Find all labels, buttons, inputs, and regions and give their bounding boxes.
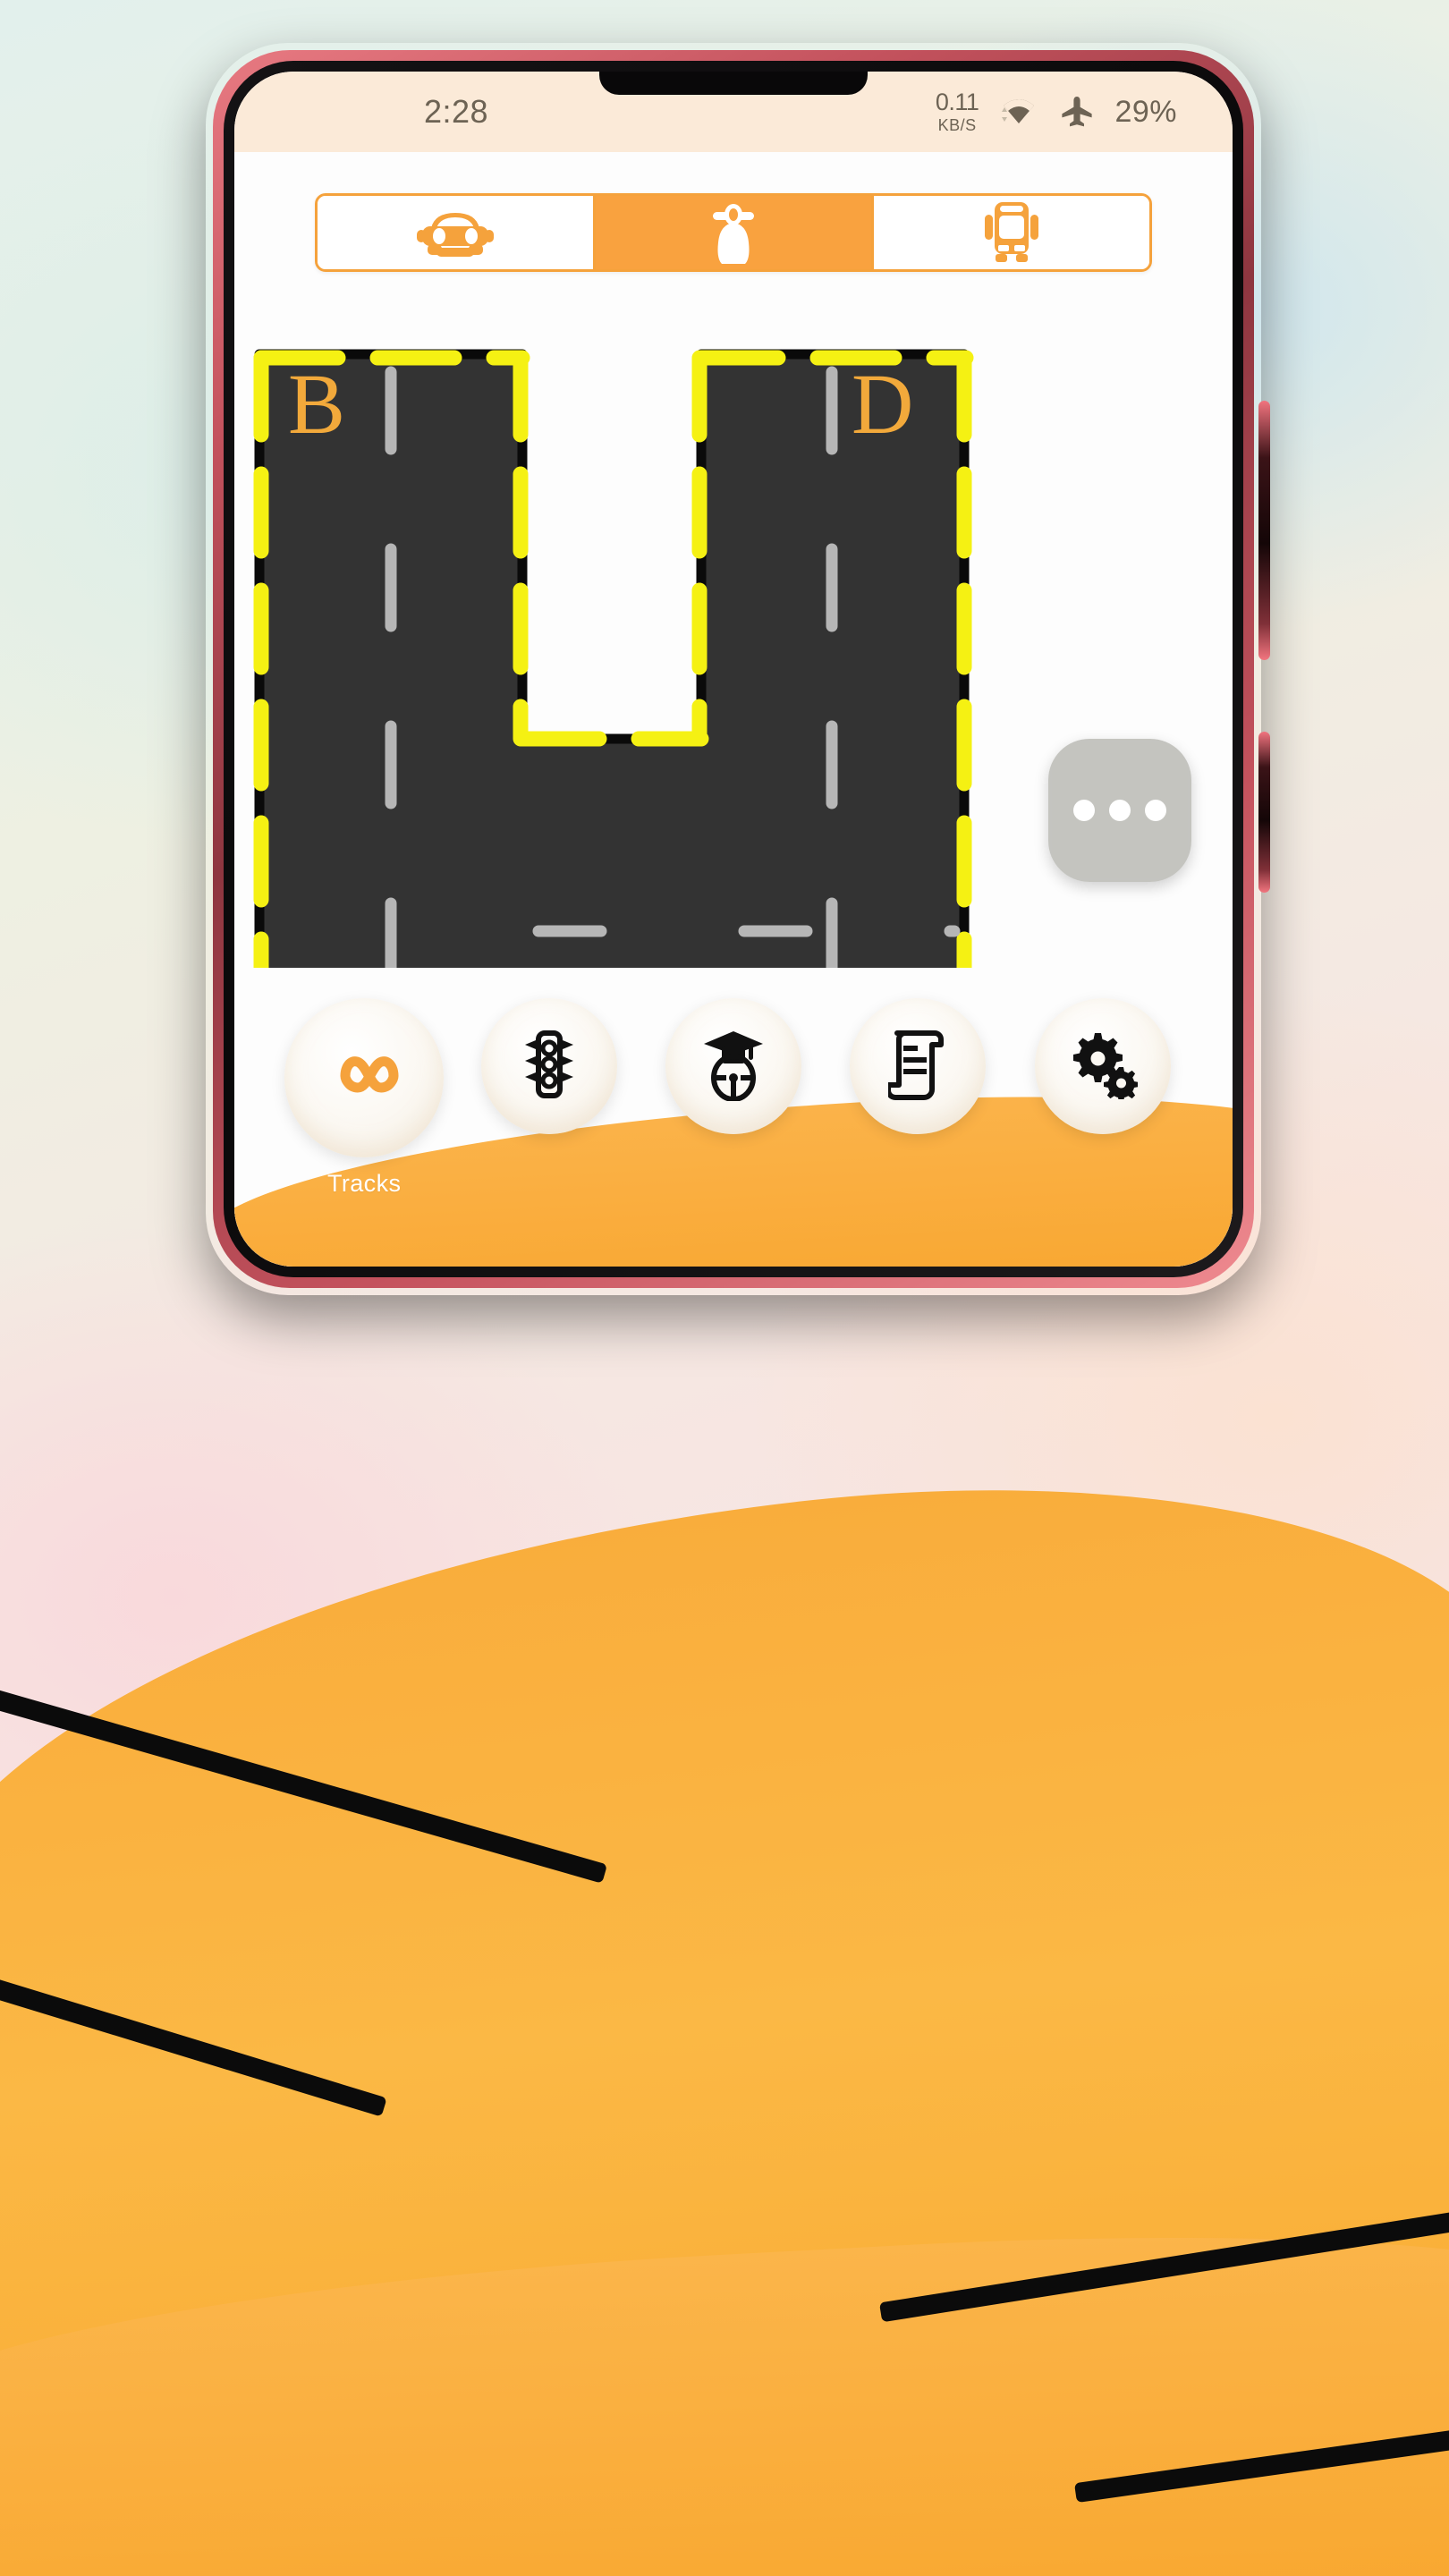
scooter-icon bbox=[700, 199, 767, 266]
tab-bus[interactable] bbox=[874, 196, 1149, 269]
nav-item-signals[interactable] bbox=[464, 998, 634, 1134]
phone-mockup: 2:28 0.11 KB/S 29% B D Tracks bbox=[206, 43, 1270, 1295]
car-icon bbox=[415, 205, 496, 260]
network-speed: 0.11 KB/S bbox=[935, 89, 979, 134]
vehicle-type-selector bbox=[234, 152, 1233, 272]
nav-item-tracks[interactable]: Tracks bbox=[279, 998, 449, 1198]
track-marker-B: B bbox=[288, 356, 345, 452]
nav-item-settings[interactable] bbox=[1018, 998, 1188, 1134]
track-marker-D: D bbox=[852, 356, 913, 452]
battery-percentage: 29% bbox=[1114, 94, 1177, 129]
tab-car[interactable] bbox=[318, 196, 596, 269]
traffic-light-icon bbox=[521, 1030, 577, 1104]
network-speed-value: 0.11 bbox=[935, 89, 979, 115]
driving-school-icon bbox=[700, 1028, 767, 1106]
phone-notch bbox=[599, 72, 868, 95]
status-time: 2:28 bbox=[424, 93, 489, 130]
scroll-document-icon bbox=[886, 1028, 947, 1106]
bottom-navigation: Tracks bbox=[234, 968, 1233, 1267]
tab-scooter[interactable] bbox=[596, 196, 874, 269]
airplane-mode-icon bbox=[1059, 94, 1095, 130]
bus-icon bbox=[978, 199, 1046, 267]
nav-item-rules[interactable] bbox=[833, 998, 1003, 1134]
power-button[interactable] bbox=[1258, 732, 1270, 893]
gears-icon bbox=[1068, 1030, 1139, 1104]
volume-button[interactable] bbox=[1258, 401, 1270, 660]
app-content: B D A bbox=[234, 152, 1233, 1267]
network-speed-unit: KB/S bbox=[937, 116, 977, 134]
wifi-icon bbox=[998, 94, 1039, 130]
phone-screen: 2:28 0.11 KB/S 29% B D Tracks bbox=[234, 72, 1233, 1267]
three-dots-icon bbox=[1073, 800, 1166, 821]
infinity-icon bbox=[320, 1048, 408, 1108]
track-canvas[interactable]: B D A bbox=[234, 272, 1233, 968]
nav-label-tracks: Tracks bbox=[326, 1170, 402, 1197]
nav-item-learn[interactable] bbox=[648, 998, 818, 1134]
more-options-button[interactable] bbox=[1048, 739, 1191, 882]
